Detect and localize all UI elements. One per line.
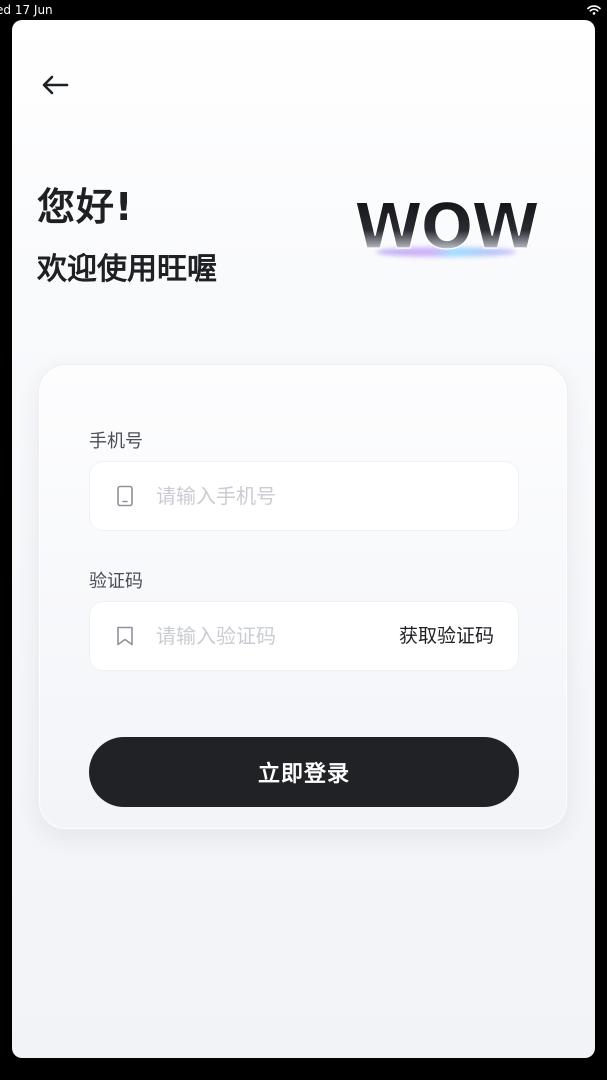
wifi-icon	[587, 5, 601, 15]
bookmark-icon	[117, 626, 133, 646]
welcome-subtitle: 欢迎使用旺喔	[37, 252, 217, 287]
code-field[interactable]: 获取验证码	[89, 601, 519, 671]
greeting-title: 您好!	[37, 185, 134, 229]
svg-text:WOW: WOW	[354, 190, 538, 263]
arrow-left-icon	[42, 75, 69, 95]
phone-icon	[117, 485, 133, 507]
phone-input[interactable]	[156, 462, 376, 530]
phone-label: 手机号	[89, 431, 143, 452]
phone-field[interactable]	[89, 461, 519, 531]
status-bar: ed 17 Jun	[0, 0, 607, 20]
login-screen: 您好! 欢迎使用旺喔 WOW 手机号 请输入手机号 验证码 请输入验证码 获取验…	[12, 20, 595, 1058]
status-time: ed 17 Jun	[0, 3, 53, 17]
login-card: 手机号 验证码 获取验证码 立即登录	[38, 364, 568, 830]
login-button[interactable]: 立即登录	[89, 737, 519, 807]
code-label: 验证码	[89, 571, 143, 592]
back-button[interactable]	[38, 70, 72, 100]
code-input[interactable]	[156, 602, 376, 670]
wow-logo: WOW	[354, 190, 539, 264]
get-code-button[interactable]: 获取验证码	[399, 602, 494, 670]
